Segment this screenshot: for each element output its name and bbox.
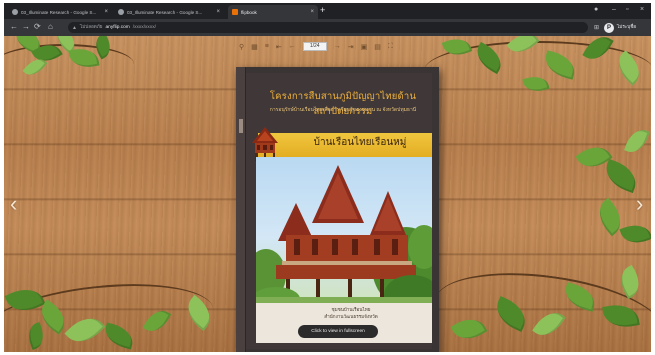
tab-title: flipbook (241, 9, 257, 15)
new-tab-button[interactable]: + (320, 5, 325, 15)
home-icon[interactable]: ⌂ (48, 22, 53, 31)
tab-title: 03_Illuminate Research - Google S... (127, 9, 203, 15)
close-icon[interactable]: × (310, 9, 314, 15)
warning-icon: ▲ (72, 24, 77, 31)
next-arrow-icon[interactable]: › (636, 191, 643, 217)
security-label: ไม่ปลอดภัย (79, 24, 103, 29)
browser-toolbar: ← → ⟳ ⌂ ▲ ไม่ปลอดภัย anyflip.com /xxxx/x… (4, 19, 651, 36)
maximize-icon[interactable]: ▫ (626, 6, 628, 13)
url-path: /xxxx/xxxx/ (132, 25, 156, 30)
spine-mark (239, 119, 243, 133)
thai-house-photo (256, 165, 432, 303)
tab-3-active[interactable]: flipbook × (228, 5, 318, 19)
book-cover[interactable]: โครงการสืบสานภูมิปัญญาไทยด้านสถาปัตยกรรม… (236, 67, 439, 352)
tab-strip: 03_Illuminate Research - Google S... × 0… (4, 3, 651, 19)
flipbook-viewer: ⚲ ▦ ≡ ⇤ ← 1/24 → ⇥ ▣ ▤ ⛶ ‹ › โครงการสืบส… (4, 36, 651, 352)
caption-line-1: ชุมชนบ้านเรือนไทย (331, 307, 371, 312)
prev-arrow-icon[interactable]: ‹ (10, 191, 17, 217)
url-host: anyflip.com (105, 25, 130, 30)
close-window-icon[interactable]: × (640, 6, 644, 13)
leaf-decoration (619, 219, 651, 249)
leaf-decoration (600, 158, 642, 194)
next-page-icon[interactable]: → (334, 43, 341, 50)
sound-icon[interactable]: ▣ (361, 43, 368, 51)
thai-house-logo (252, 127, 278, 161)
file-icon (118, 9, 124, 15)
forward-icon[interactable]: → (22, 22, 30, 31)
zoom-icon[interactable]: ⚲ (239, 43, 244, 51)
caption-line-2: สำนักงานวัฒนธรรมจังหวัด (324, 314, 378, 319)
cover-photo (256, 157, 432, 303)
file-icon (12, 9, 18, 15)
viewer-toolbar: ⚲ ▦ ≡ ⇤ ← 1/24 → ⇥ ▣ ▤ ⛶ (239, 40, 393, 53)
print-icon[interactable]: ▤ (374, 43, 381, 51)
reload-icon[interactable]: ⟳ (34, 22, 41, 31)
profile-name: ไม่ระบุชื่อ (617, 24, 637, 29)
fullscreen-icon[interactable]: ⛶ (388, 43, 393, 51)
share-icon[interactable]: ≡ (265, 43, 269, 50)
tab-2[interactable]: 03_Illuminate Research - Google S... × (114, 5, 224, 19)
doc-icon (232, 9, 238, 15)
banner-text: บ้านเรือนไทยเรือนหมู่ (313, 137, 407, 148)
profile-button[interactable]: P ไม่ระบุชื่อ (604, 22, 636, 33)
cover-subtitle: การอนุรักษ์บ้านเรือนไทยเพื่อการเรียนรู้ข… (269, 107, 417, 113)
minimize-icon[interactable]: – (612, 6, 616, 13)
last-page-icon[interactable]: ⇥ (348, 43, 354, 51)
cover-title: โครงการสืบสานภูมิปัญญาไทยด้านสถาปัตยกรรม (269, 92, 417, 117)
profile-dot-icon[interactable]: ● (594, 6, 598, 13)
thumbnails-icon[interactable]: ▦ (251, 43, 258, 51)
cover-banner: บ้านเรือนไทยเรือนหมู่ (258, 133, 432, 157)
browser-window: 03_Illuminate Research - Google S... × 0… (4, 3, 651, 352)
fullscreen-hint-pill[interactable]: Click to view in fullscreen (298, 325, 378, 338)
avatar: P (604, 22, 614, 33)
leaf-decoration (624, 125, 650, 157)
extensions-icon[interactable]: ⊞ (594, 24, 599, 31)
address-bar[interactable]: ▲ ไม่ปลอดภัย anyflip.com /xxxx/xxxx/ (68, 22, 588, 33)
tab-1[interactable]: 03_Illuminate Research - Google S... × (8, 5, 112, 19)
first-page-icon[interactable]: ⇤ (276, 43, 282, 51)
back-icon[interactable]: ← (10, 22, 18, 31)
page-number-input[interactable]: 1/24 (302, 42, 327, 51)
prev-page-icon[interactable]: ← (289, 43, 296, 50)
book-spine (236, 67, 246, 352)
tab-title: 03_Illuminate Research - Google S... (21, 9, 97, 15)
close-icon[interactable]: × (216, 9, 220, 15)
close-icon[interactable]: × (104, 9, 108, 15)
